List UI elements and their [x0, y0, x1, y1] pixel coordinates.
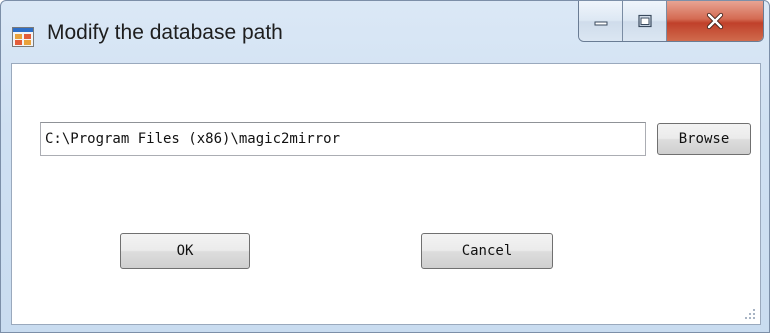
browse-button[interactable]: Browse [657, 123, 751, 155]
close-button[interactable] [667, 1, 763, 41]
close-icon [706, 12, 724, 30]
form-window-icon [12, 27, 34, 47]
database-path-input[interactable] [40, 122, 646, 156]
dialog-window: Modify the database path C:\Program File… [0, 0, 770, 333]
maximize-icon [637, 14, 652, 28]
title-bar[interactable]: Modify the database path [1, 1, 769, 63]
caption-buttons [578, 1, 764, 42]
maximize-button[interactable] [623, 1, 667, 41]
minimize-icon [594, 21, 607, 26]
cancel-button[interactable]: Cancel [421, 233, 553, 269]
ok-button[interactable]: OK [120, 233, 250, 269]
window-title: Modify the database path [47, 21, 283, 44]
dialog-client-area: Browse OK Cancel [11, 63, 761, 325]
minimize-button[interactable] [579, 1, 623, 41]
resize-grip-icon[interactable] [744, 308, 756, 320]
